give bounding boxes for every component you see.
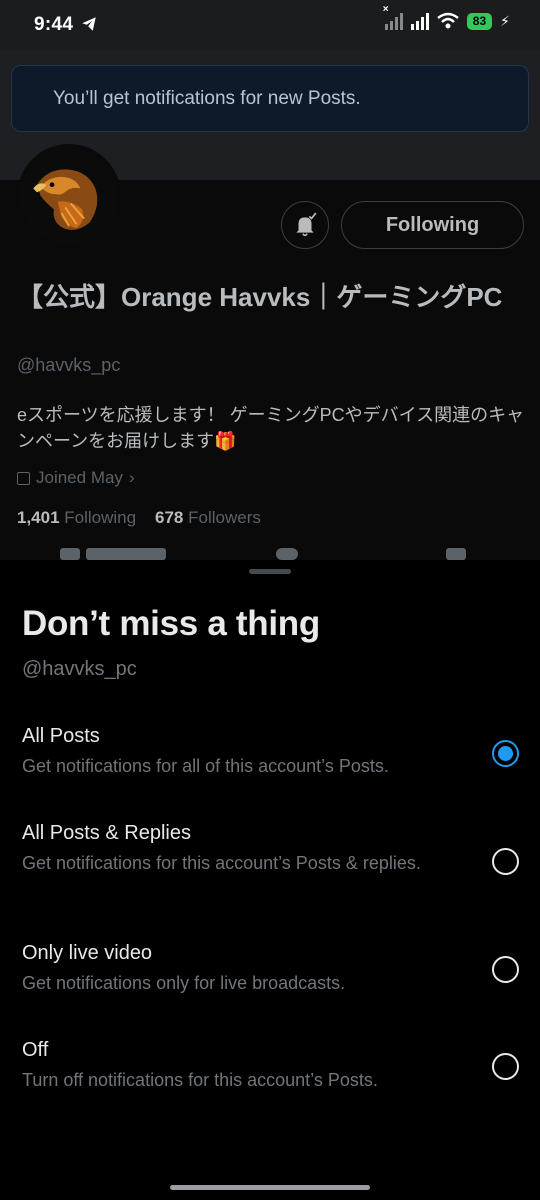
- option-label: All Posts & Replies: [22, 822, 191, 844]
- option-description: Get notifications for this account’s Pos…: [22, 853, 421, 873]
- followers-count[interactable]: 678: [155, 508, 183, 527]
- telegram-icon: [82, 17, 96, 31]
- home-indicator[interactable]: [170, 1185, 370, 1190]
- sheet-title: Don’t miss a thing: [22, 604, 320, 643]
- tab-icon: [60, 548, 80, 560]
- sheet-handle: @havvks_pc: [22, 658, 137, 680]
- option-description: Get notifications for all of this accoun…: [22, 756, 389, 776]
- calendar-icon: [17, 471, 30, 485]
- signal-icon: [410, 12, 429, 30]
- charging-icon: ⚡: [500, 12, 510, 29]
- radio-unselected[interactable]: [492, 1053, 519, 1080]
- status-time: 9:44: [34, 14, 74, 35]
- toast-text: You’ll get notifications for new Posts.: [53, 88, 361, 109]
- option-label: Off: [22, 1039, 49, 1061]
- option-label: Only live video: [22, 942, 153, 964]
- wifi-icon: [437, 12, 459, 29]
- sheet-grabber[interactable]: [249, 569, 291, 574]
- following-count[interactable]: 1,401: [17, 508, 60, 527]
- followers-label[interactable]: Followers: [188, 508, 261, 527]
- tab-label: [86, 548, 166, 560]
- notification-settings-sheet: Don’t miss a thing @havvks_pc All Posts …: [0, 560, 540, 1200]
- radio-unselected[interactable]: [492, 848, 519, 875]
- option-label: All Posts: [22, 725, 100, 747]
- tab-icon: [446, 548, 466, 560]
- joined-date[interactable]: Joined May ›: [17, 468, 135, 488]
- display-name: 【公式】Orange Havvks｜ゲーミングPC: [17, 282, 503, 312]
- joined-text: Joined May: [36, 468, 123, 487]
- radio-selected[interactable]: [492, 740, 519, 767]
- option-description: Turn off notifications for this account’…: [22, 1070, 378, 1090]
- eagle-logo-icon: [20, 147, 118, 245]
- following-button[interactable]: Following: [341, 201, 524, 249]
- tab-icon: [276, 548, 298, 560]
- radio-unselected[interactable]: [492, 956, 519, 983]
- signal-icon: ×: [383, 4, 403, 30]
- profile-backdrop[interactable]: You’ll get notifications for new Posts. …: [0, 50, 540, 560]
- notification-bell-button[interactable]: [281, 201, 329, 249]
- profile-handle: @havvks_pc: [17, 355, 121, 375]
- option-all-posts-replies[interactable]: All Posts & Replies Get notifications fo…: [0, 822, 540, 902]
- profile-bio: eスポーツを応援します！ ゲーミングPCやデバイス関連のキャンペーンをお届けしま…: [17, 405, 525, 451]
- notification-toast: You’ll get notifications for new Posts.: [11, 65, 529, 132]
- bell-icon: [296, 212, 317, 237]
- chevron-right-icon: ›: [128, 468, 135, 487]
- status-bar: 9:44 × 83 ⚡: [0, 0, 540, 50]
- battery-indicator: 83: [466, 12, 493, 30]
- status-icons: × 83 ⚡: [383, 4, 510, 30]
- option-off[interactable]: Off Turn off notifications for this acco…: [0, 1039, 540, 1099]
- avatar[interactable]: [17, 144, 121, 248]
- option-only-live-video[interactable]: Only live video Get notifications only f…: [0, 942, 540, 1002]
- profile-tabs: [0, 546, 540, 560]
- following-label[interactable]: Following: [64, 508, 136, 527]
- option-description: Get notifications only for live broadcas…: [22, 973, 346, 993]
- follow-stats: 1,401 Following 678 Followers: [17, 508, 261, 528]
- option-all-posts[interactable]: All Posts Get notifications for all of t…: [0, 725, 540, 795]
